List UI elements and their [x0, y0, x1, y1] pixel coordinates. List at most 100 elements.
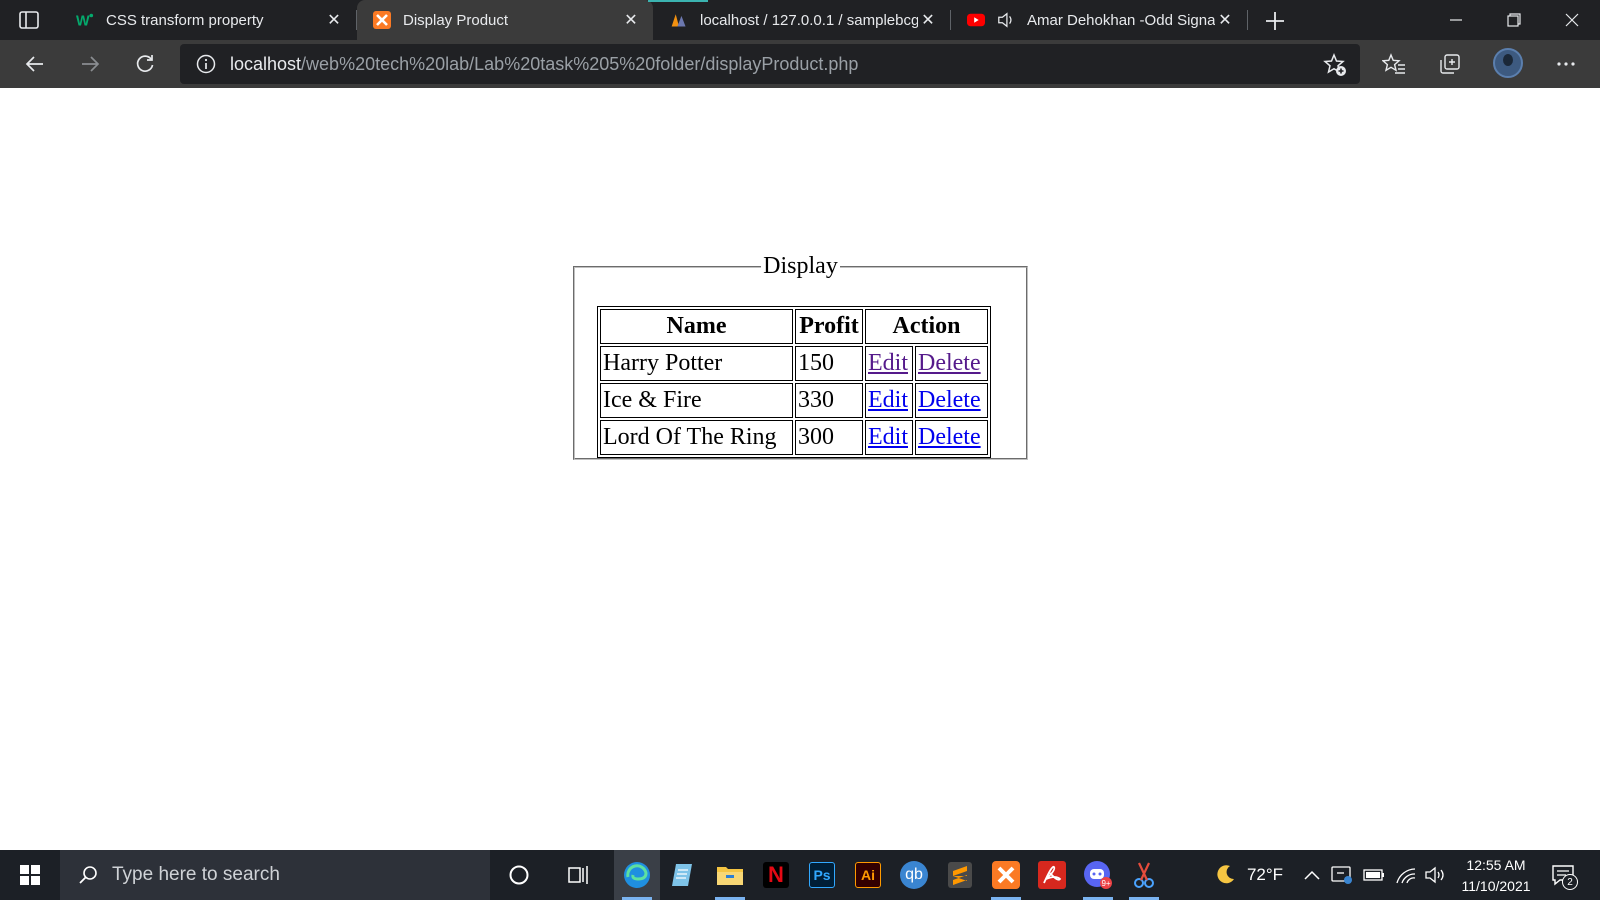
plus-icon: [1266, 12, 1284, 30]
tab-loading-indicator: [648, 0, 708, 2]
battery-icon[interactable]: [1360, 850, 1388, 900]
back-button[interactable]: [19, 48, 51, 80]
cell-profit: 150: [795, 346, 863, 381]
tab-css-transform[interactable]: W CSS transform property ✕: [60, 0, 356, 40]
netflix-glyph: N: [763, 862, 789, 888]
network-adapter-icon[interactable]: [1328, 850, 1356, 900]
url-text: localhost/web%20tech%20lab/Lab%20task%20…: [230, 54, 858, 75]
illustrator-label: Ai: [855, 862, 881, 888]
tab-close-icon[interactable]: ✕: [324, 10, 344, 30]
taskbar-search[interactable]: Type here to search: [60, 850, 490, 900]
tab-title: Amar Dehokhan -Odd Signature: [1027, 11, 1215, 29]
browser-toolbar: localhost/web%20tech%20lab/Lab%20task%20…: [0, 40, 1600, 88]
url-host: localhost: [230, 53, 302, 74]
cell-delete: Delete: [915, 383, 988, 418]
browser-tab-bar: W CSS transform property ✕ Display Produ…: [0, 0, 1600, 40]
tab-phpmyadmin[interactable]: localhost / 127.0.0.1 / samplebcg ✕: [654, 0, 950, 40]
weather-temperature[interactable]: 72°F: [1240, 850, 1290, 900]
cell-delete: Delete: [915, 346, 988, 381]
xampp-icon[interactable]: [983, 850, 1029, 900]
delete-link[interactable]: Delete: [918, 424, 981, 450]
tab-display-product[interactable]: Display Product ✕: [357, 0, 653, 40]
illustrator-icon[interactable]: Ai: [845, 850, 891, 900]
notepad-icon[interactable]: [660, 850, 706, 900]
collections-button[interactable]: [1434, 48, 1466, 80]
column-header-action: Action: [865, 309, 988, 344]
tab-actions-button[interactable]: [12, 8, 46, 32]
table-row: Harry Potter 150 Edit Delete: [600, 346, 988, 381]
delete-link[interactable]: Delete: [918, 387, 981, 413]
xampp-icon: [373, 11, 391, 29]
new-tab-button[interactable]: [1262, 8, 1288, 34]
add-favorite-icon[interactable]: [1322, 52, 1348, 78]
tab-title: CSS transform property: [106, 11, 264, 29]
chevron-up-icon[interactable]: [1300, 850, 1324, 900]
url-path: /web%20tech%20lab/Lab%20task%205%20folde…: [301, 53, 859, 74]
task-view-icon[interactable]: [556, 850, 602, 900]
clock-time: 12:55 AM: [1466, 857, 1526, 873]
photoshop-icon[interactable]: Ps: [799, 850, 845, 900]
qbittorrent-label: qb: [900, 861, 928, 889]
sublime-text-icon[interactable]: [937, 850, 983, 900]
close-icon: [1565, 13, 1579, 27]
start-button[interactable]: [0, 850, 60, 900]
info-icon[interactable]: [194, 52, 218, 76]
settings-more-button[interactable]: [1550, 48, 1582, 80]
cell-name: Lord Of The Ring: [600, 420, 793, 455]
more-icon: [1557, 62, 1575, 66]
tab-youtube[interactable]: Amar Dehokhan -Odd Signature ✕: [951, 0, 1247, 40]
snipping-tool-icon[interactable]: [1121, 850, 1167, 900]
netflix-icon[interactable]: N: [753, 850, 799, 900]
tab-close-icon[interactable]: ✕: [621, 10, 641, 30]
minimize-icon: [1450, 19, 1462, 21]
discord-badge: 9+: [1101, 879, 1110, 888]
table-header-row: Name Profit Action: [600, 309, 988, 344]
arrow-left-icon: [25, 56, 43, 72]
cell-name: Harry Potter: [600, 346, 793, 381]
address-bar[interactable]: localhost/web%20tech%20lab/Lab%20task%20…: [180, 44, 1360, 84]
tab-close-icon[interactable]: ✕: [1215, 10, 1235, 30]
file-explorer-icon[interactable]: [707, 850, 753, 900]
products-table: Name Profit Action Harry Potter 150 Edit…: [597, 306, 991, 458]
volume-icon[interactable]: [1422, 850, 1448, 900]
column-header-name: Name: [600, 309, 793, 344]
qbittorrent-icon[interactable]: qb: [891, 850, 937, 900]
tab-title: localhost / 127.0.0.1 / samplebcg: [700, 11, 918, 29]
table-row: Lord Of The Ring 300 Edit Delete: [600, 420, 988, 455]
refresh-button[interactable]: [129, 48, 161, 80]
search-icon: [76, 863, 100, 887]
refresh-icon: [136, 55, 154, 72]
forward-button[interactable]: [74, 48, 106, 80]
photoshop-label: Ps: [809, 862, 835, 888]
acrobat-icon[interactable]: [1029, 850, 1075, 900]
wifi-icon[interactable]: [1392, 850, 1420, 900]
table-row: Ice & Fire 330 Edit Delete: [600, 383, 988, 418]
tab-close-icon[interactable]: ✕: [918, 10, 938, 30]
windows-taskbar: Type here to search N Ps Ai qb 9+ 72°F 1…: [0, 850, 1600, 900]
action-center-button[interactable]: 2: [1548, 860, 1578, 890]
weather-moon-icon[interactable]: [1210, 850, 1240, 900]
tab-title: Display Product: [403, 11, 509, 29]
youtube-icon: [967, 11, 985, 29]
speaker-icon[interactable]: [997, 11, 1015, 29]
fieldset-legend: Display: [763, 253, 838, 279]
cell-edit: Edit: [865, 383, 913, 418]
close-window-button[interactable]: [1543, 0, 1600, 40]
profile-avatar[interactable]: [1493, 48, 1523, 78]
cortana-icon[interactable]: [496, 850, 542, 900]
delete-link[interactable]: Delete: [918, 350, 981, 376]
tab-actions-icon: [19, 11, 39, 29]
discord-icon[interactable]: 9+: [1075, 850, 1121, 900]
minimize-button[interactable]: [1427, 0, 1485, 40]
edit-link[interactable]: Edit: [868, 424, 908, 450]
svg-text:W: W: [76, 13, 90, 28]
edit-link[interactable]: Edit: [868, 350, 908, 376]
system-clock[interactable]: 12:55 AM 11/10/2021: [1446, 855, 1546, 897]
restore-icon: [1507, 13, 1521, 27]
cell-edit: Edit: [865, 420, 913, 455]
clock-date: 11/10/2021: [1461, 878, 1531, 894]
edit-link[interactable]: Edit: [868, 387, 908, 413]
favorites-button[interactable]: [1378, 48, 1410, 80]
edge-icon[interactable]: [614, 850, 660, 900]
restore-button[interactable]: [1485, 0, 1543, 40]
